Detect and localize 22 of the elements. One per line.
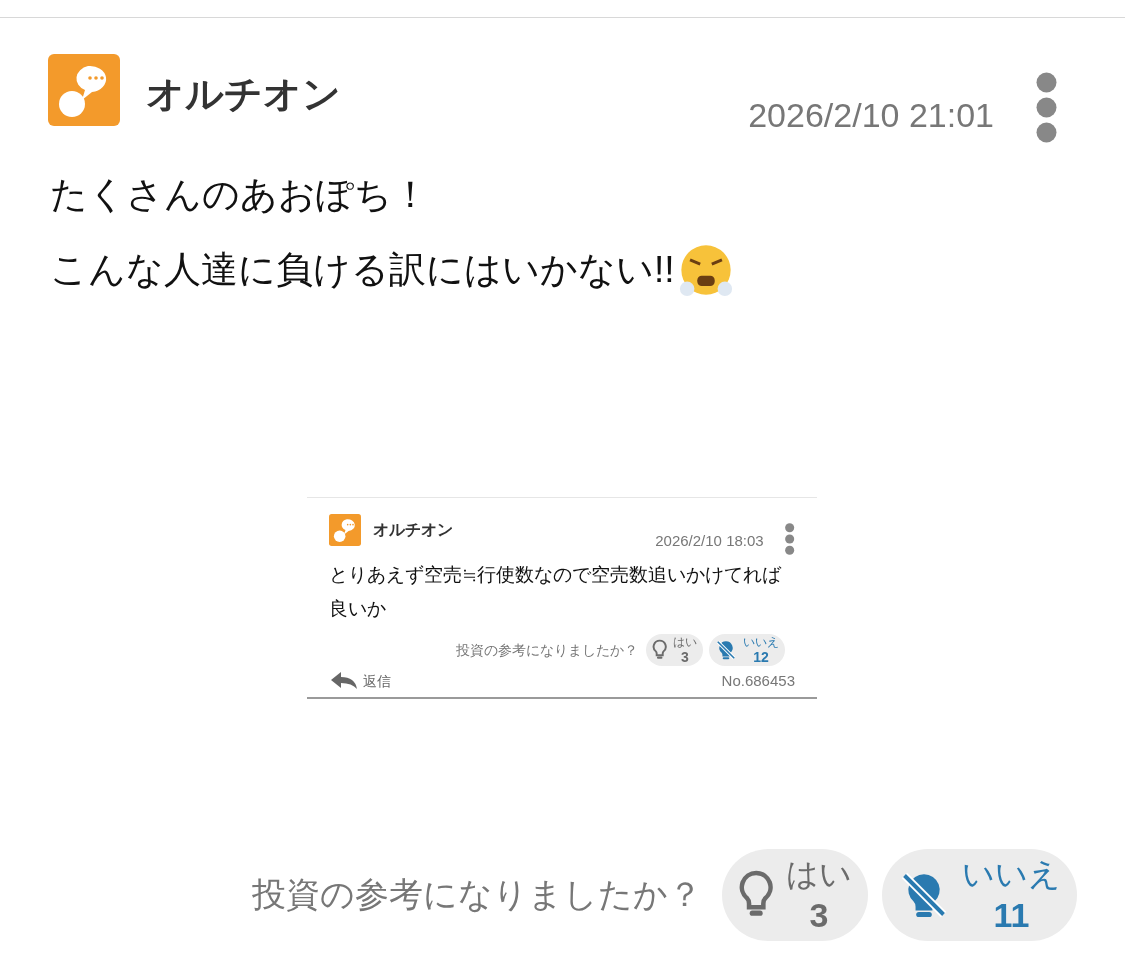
vote-button[interactable]: いいえ 11: [882, 848, 1077, 941]
lightbulb-off-icon: [715, 639, 737, 661]
vote-button[interactable]: いいえ 12: [709, 634, 785, 666]
post-text: とりあえず空売≒行使数なので空売数追いかけてれば良いか: [329, 563, 782, 621]
author-name: オルチオン: [373, 520, 453, 540]
more-options-icon[interactable]: [783, 522, 795, 556]
post-date: 2026/2/10 18:03: [655, 531, 764, 551]
post-text: たくさんのあおぽち！: [50, 173, 429, 217]
lightbulb-icon: [651, 639, 667, 661]
vote-question: 投資の参考になりましたか？: [251, 874, 702, 915]
vote-button[interactable]: はい 3: [721, 848, 868, 941]
vote-question: 投資の参考になりましたか？: [455, 640, 638, 660]
more-options-icon[interactable]: [1034, 70, 1059, 145]
reply-arrow-icon: [329, 671, 359, 692]
post-text: こんな人達に負ける訳にはいかない!!: [50, 248, 675, 292]
vote-button[interactable]: はい 3: [645, 634, 703, 666]
author-name: オルチオン: [146, 72, 341, 117]
reply-button[interactable]: 返信: [329, 670, 391, 692]
avatar-icon: [329, 514, 361, 546]
post-date: 2026/2/10 21:01: [748, 95, 994, 136]
avatar-icon: [48, 54, 120, 126]
post-number: No.686453: [721, 671, 795, 691]
